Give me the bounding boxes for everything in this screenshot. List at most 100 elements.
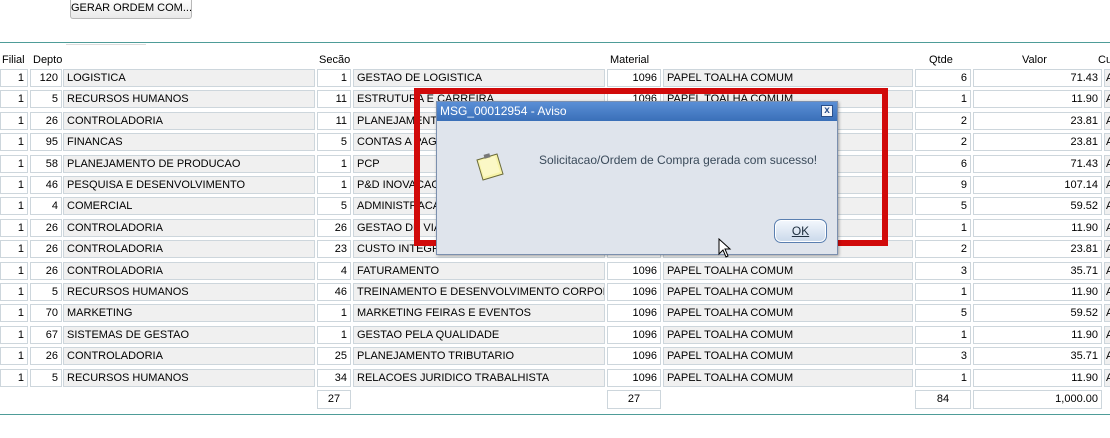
qtde-cell[interactable]: 5: [915, 197, 971, 215]
depto-name-cell[interactable]: COMERCIAL: [63, 197, 315, 215]
qtde-cell[interactable]: 1: [915, 90, 971, 108]
material-cell[interactable]: 1096: [607, 347, 661, 365]
filial-cell[interactable]: 1: [0, 69, 28, 87]
filial-cell[interactable]: 1: [0, 326, 28, 344]
depto-name-cell[interactable]: MARKETING: [63, 304, 315, 322]
material-cell[interactable]: 1096: [607, 262, 661, 280]
material-cell[interactable]: 1096: [607, 69, 661, 87]
filial-cell[interactable]: 1: [0, 347, 28, 365]
qtde-cell[interactable]: 2: [915, 112, 971, 130]
secao-name-cell[interactable]: PLANEJAMENTO TRIBUTARIO: [353, 347, 605, 365]
filial-cell[interactable]: 1: [0, 90, 28, 108]
depto-cell[interactable]: 5: [30, 369, 62, 387]
secao-cell[interactable]: 1: [317, 176, 351, 194]
secao-cell[interactable]: 1: [317, 326, 351, 344]
valor-cell[interactable]: 59.52: [973, 304, 1102, 322]
depto-name-cell[interactable]: CONTROLADORIA: [63, 262, 315, 280]
filial-cell[interactable]: 1: [0, 283, 28, 301]
depto-cell[interactable]: 95: [30, 133, 62, 151]
qtde-cell[interactable]: 2: [915, 133, 971, 151]
valor-cell[interactable]: 71.43: [973, 155, 1102, 173]
valor-cell[interactable]: 107.14: [973, 176, 1102, 194]
depto-name-cell[interactable]: CONTROLADORIA: [63, 347, 315, 365]
filial-cell[interactable]: 1: [0, 219, 28, 237]
cu-cell[interactable]: A: [1104, 69, 1110, 87]
filial-cell[interactable]: 1: [0, 304, 28, 322]
valor-cell[interactable]: 23.81: [973, 240, 1102, 258]
secao-cell[interactable]: 5: [317, 133, 351, 151]
ok-button[interactable]: OK: [774, 219, 827, 243]
depto-cell[interactable]: 58: [30, 155, 62, 173]
depto-cell[interactable]: 46: [30, 176, 62, 194]
depto-name-cell[interactable]: LOGISTICA: [63, 69, 315, 87]
depto-name-cell[interactable]: CONTROLADORIA: [63, 240, 315, 258]
secao-cell[interactable]: 26: [317, 219, 351, 237]
cu-cell[interactable]: A: [1104, 240, 1110, 258]
depto-cell[interactable]: 26: [30, 347, 62, 365]
depto-name-cell[interactable]: RECURSOS HUMANOS: [63, 90, 315, 108]
material-cell[interactable]: 1096: [607, 304, 661, 322]
gerar-ordem-button[interactable]: GERAR ORDEM COM...: [70, 0, 192, 19]
valor-cell[interactable]: 11.90: [973, 90, 1102, 108]
secao-cell[interactable]: 5: [317, 197, 351, 215]
secao-cell[interactable]: 11: [317, 90, 351, 108]
qtde-cell[interactable]: 1: [915, 369, 971, 387]
depto-cell[interactable]: 120: [30, 69, 62, 87]
depto-name-cell[interactable]: CONTROLADORIA: [63, 219, 315, 237]
valor-cell[interactable]: 35.71: [973, 347, 1102, 365]
depto-name-cell[interactable]: RECURSOS HUMANOS: [63, 283, 315, 301]
cu-cell[interactable]: A: [1104, 304, 1110, 322]
depto-cell[interactable]: 26: [30, 262, 62, 280]
cu-cell[interactable]: A: [1104, 155, 1110, 173]
material-name-cell[interactable]: PAPEL TOALHA COMUM: [663, 69, 913, 87]
cu-cell[interactable]: A: [1104, 90, 1110, 108]
material-cell[interactable]: 1096: [607, 283, 661, 301]
cu-cell[interactable]: A: [1104, 176, 1110, 194]
depto-cell[interactable]: 5: [30, 283, 62, 301]
filial-cell[interactable]: 1: [0, 240, 28, 258]
qtde-cell[interactable]: 3: [915, 262, 971, 280]
material-name-cell[interactable]: PAPEL TOALHA COMUM: [663, 369, 913, 387]
valor-cell[interactable]: 11.90: [973, 283, 1102, 301]
material-name-cell[interactable]: PAPEL TOALHA COMUM: [663, 262, 913, 280]
valor-cell[interactable]: 11.90: [973, 369, 1102, 387]
cu-cell[interactable]: A: [1104, 197, 1110, 215]
cu-cell[interactable]: A: [1104, 326, 1110, 344]
cu-cell[interactable]: A: [1104, 283, 1110, 301]
secao-cell[interactable]: 25: [317, 347, 351, 365]
secao-cell[interactable]: 1: [317, 304, 351, 322]
secao-name-cell[interactable]: RELACOES JURIDICO TRABALHISTA: [353, 369, 605, 387]
filial-cell[interactable]: 1: [0, 155, 28, 173]
qtde-cell[interactable]: 3: [915, 347, 971, 365]
valor-cell[interactable]: 11.90: [973, 219, 1102, 237]
filial-cell[interactable]: 1: [0, 133, 28, 151]
secao-cell[interactable]: 46: [317, 283, 351, 301]
depto-name-cell[interactable]: PESQUISA E DESENVOLVIMENTO: [63, 176, 315, 194]
material-name-cell[interactable]: PAPEL TOALHA COMUM: [663, 304, 913, 322]
valor-cell[interactable]: 11.90: [973, 326, 1102, 344]
depto-name-cell[interactable]: CONTROLADORIA: [63, 112, 315, 130]
material-cell[interactable]: 1096: [607, 326, 661, 344]
depto-name-cell[interactable]: FINANCAS: [63, 133, 315, 151]
cu-cell[interactable]: A: [1104, 347, 1110, 365]
depto-cell[interactable]: 26: [30, 112, 62, 130]
cu-cell[interactable]: A: [1104, 112, 1110, 130]
depto-cell[interactable]: 26: [30, 219, 62, 237]
valor-cell[interactable]: 71.43: [973, 69, 1102, 87]
secao-name-cell[interactable]: FATURAMENTO: [353, 262, 605, 280]
cu-cell[interactable]: A: [1104, 369, 1110, 387]
secao-name-cell[interactable]: GESTAO PELA QUALIDADE: [353, 326, 605, 344]
filial-cell[interactable]: 1: [0, 262, 28, 280]
valor-cell[interactable]: 23.81: [973, 133, 1102, 151]
secao-name-cell[interactable]: GESTAO DE LOGISTICA: [353, 69, 605, 87]
material-name-cell[interactable]: PAPEL TOALHA COMUM: [663, 283, 913, 301]
cu-cell[interactable]: A: [1104, 133, 1110, 151]
qtde-cell[interactable]: 1: [915, 283, 971, 301]
depto-name-cell[interactable]: RECURSOS HUMANOS: [63, 369, 315, 387]
valor-cell[interactable]: 23.81: [973, 112, 1102, 130]
close-icon[interactable]: x: [821, 105, 833, 117]
qtde-cell[interactable]: 1: [915, 219, 971, 237]
material-name-cell[interactable]: PAPEL TOALHA COMUM: [663, 347, 913, 365]
secao-cell[interactable]: 34: [317, 369, 351, 387]
filial-cell[interactable]: 1: [0, 112, 28, 130]
